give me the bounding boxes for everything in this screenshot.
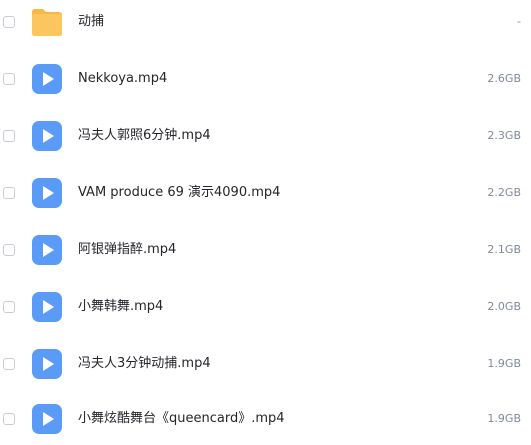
file-row-video[interactable]: 冯夫人3分钟动捕.mp4 1.9GB [0, 342, 531, 390]
file-name[interactable]: 冯夫人3分钟动捕.mp4 [78, 342, 211, 386]
video-play-icon [30, 62, 64, 96]
file-size: - [517, 15, 521, 28]
video-play-icon [30, 119, 64, 153]
file-row-video[interactable]: 冯夫人郭照6分钟.mp4 2.3GB [0, 114, 531, 162]
video-play-icon [30, 347, 64, 381]
file-size: 2.2GB [487, 186, 521, 199]
file-size: 2.1GB [487, 243, 521, 256]
row-checkbox[interactable] [3, 16, 15, 28]
file-row-video[interactable]: Nekkoya.mp4 2.6GB [0, 57, 531, 105]
file-row-video[interactable]: 阿银弹指醉.mp4 2.1GB [0, 228, 531, 276]
file-name[interactable]: VAM produce 69 演示4090.mp4 [78, 171, 280, 215]
row-checkbox[interactable] [3, 413, 15, 425]
file-size: 2.0GB [487, 300, 521, 313]
file-size: 1.9GB [487, 412, 521, 425]
row-checkbox[interactable] [3, 244, 15, 256]
file-size: 2.6GB [487, 72, 521, 85]
folder-icon [30, 5, 64, 39]
file-row-folder[interactable]: 动捕 - [0, 0, 531, 48]
row-checkbox[interactable] [3, 358, 15, 370]
video-play-icon [30, 290, 64, 324]
video-play-icon [30, 176, 64, 210]
row-checkbox[interactable] [3, 187, 15, 199]
file-name[interactable]: 小舞韩舞.mp4 [78, 285, 163, 329]
file-name[interactable]: 冯夫人郭照6分钟.mp4 [78, 114, 211, 158]
video-play-icon [30, 402, 64, 436]
row-checkbox[interactable] [3, 301, 15, 313]
file-name[interactable]: 阿银弹指醉.mp4 [78, 228, 176, 272]
file-name[interactable]: Nekkoya.mp4 [78, 57, 167, 101]
row-checkbox[interactable] [3, 130, 15, 142]
file-row-video[interactable]: 小舞韩舞.mp4 2.0GB [0, 285, 531, 333]
file-size: 2.3GB [487, 129, 521, 142]
file-row-video[interactable]: VAM produce 69 演示4090.mp4 2.2GB [0, 171, 531, 219]
file-list: 动捕 - Nekkoya.mp4 2.6GB 冯夫人郭照6分钟.mp4 2.3G… [0, 0, 531, 441]
file-size: 1.9GB [487, 357, 521, 370]
file-name[interactable]: 动捕 [78, 0, 104, 44]
video-play-icon [30, 233, 64, 267]
file-row-video[interactable]: 小舞炫酷舞台《queencard》.mp4 1.9GB [0, 397, 531, 445]
file-name[interactable]: 小舞炫酷舞台《queencard》.mp4 [78, 397, 285, 441]
row-checkbox[interactable] [3, 73, 15, 85]
